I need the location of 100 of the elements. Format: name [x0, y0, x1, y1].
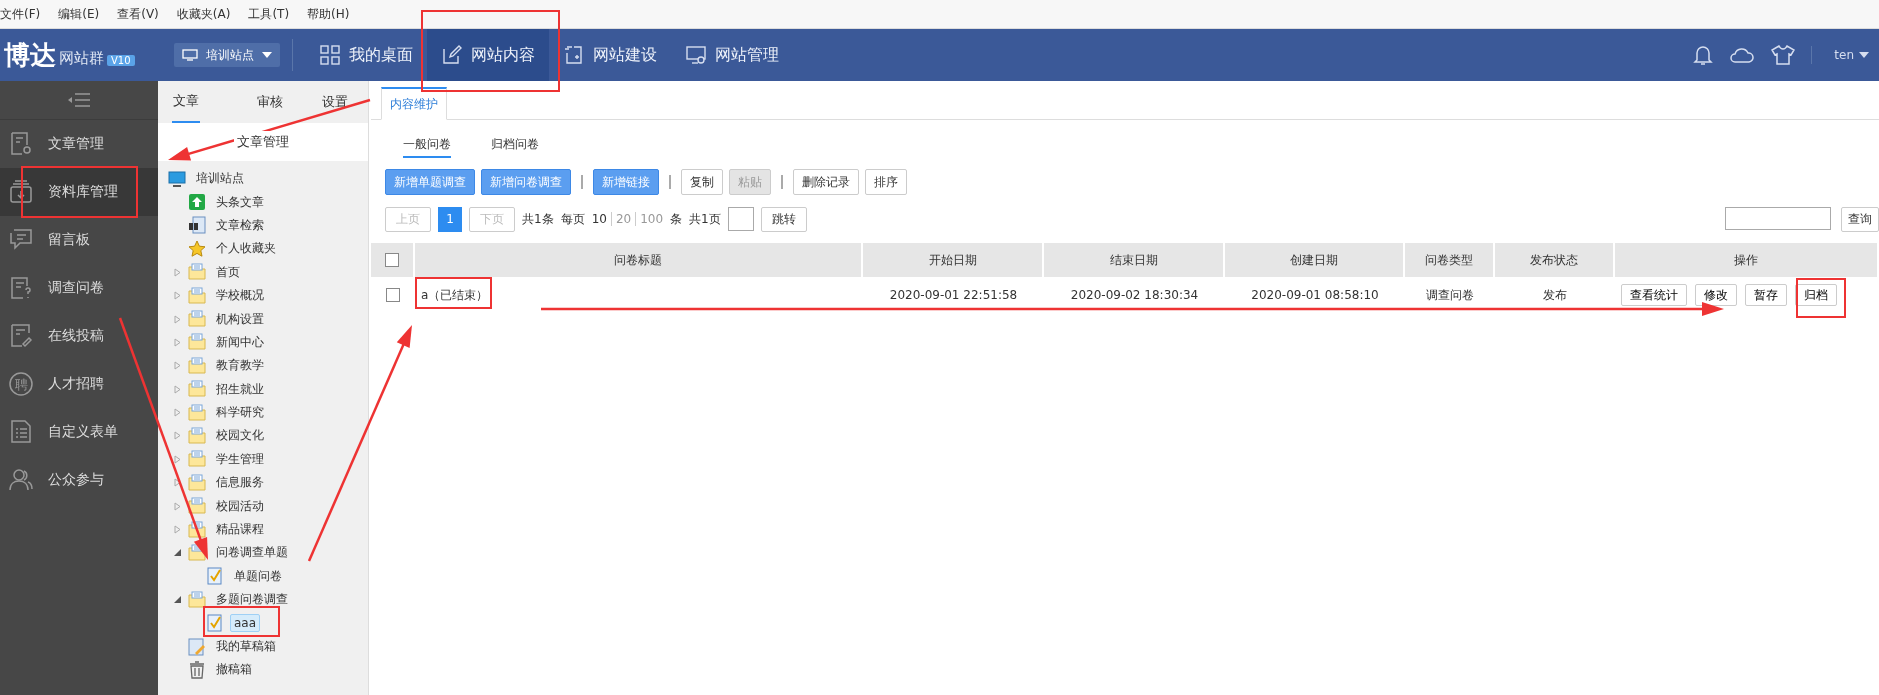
table-cell-text: 2020-09-02 18:30:34 [1069, 287, 1200, 304]
tree-item[interactable]: 个人收藏夹 [212, 238, 280, 260]
doc-edit-icon [8, 323, 34, 349]
action-button[interactable]: 查看统计 [1621, 284, 1687, 306]
expand-arrow-icon[interactable] [174, 501, 181, 511]
tree-item[interactable]: 校园活动 [212, 495, 268, 517]
expand-arrow-icon[interactable] [174, 525, 181, 535]
content-tab[interactable]: 内容维护 [381, 87, 447, 120]
sidebar-item[interactable]: 在线投稿 [0, 312, 158, 360]
search-field[interactable] [1725, 206, 1831, 230]
sub-tab[interactable]: 归档问卷 [491, 136, 539, 156]
jump-button[interactable]: 跳转 [760, 206, 807, 232]
tree-item[interactable]: 校园文化 [212, 425, 268, 447]
tree-item[interactable]: 培训站点 [192, 168, 248, 190]
toolbar-button[interactable]: 复制 [681, 169, 723, 195]
tree-item[interactable]: 科学研究 [212, 402, 268, 424]
action-button[interactable]: 修改 [1695, 284, 1737, 306]
tree-item[interactable]: 招生就业 [212, 378, 268, 400]
cloud-icon[interactable] [1729, 46, 1756, 64]
column-header: 创建日期 [1225, 243, 1405, 277]
folder-icon [188, 590, 206, 609]
expand-arrow-icon[interactable] [174, 478, 181, 488]
tree-item[interactable]: 多题问卷调查 [212, 589, 292, 611]
menu-item[interactable]: 文件(F) [0, 5, 41, 23]
tree-item[interactable]: 新闻中心 [212, 331, 268, 353]
bell-icon[interactable] [1693, 44, 1714, 66]
page-size-link[interactable]: 10 [591, 212, 607, 226]
expand-arrow-icon[interactable] [174, 314, 181, 324]
folder-icon [188, 450, 206, 469]
tree-item[interactable]: 头条文章 [212, 191, 268, 213]
sidebar-item[interactable]: 调查问卷 [0, 264, 158, 312]
collapse-icon[interactable] [68, 93, 90, 107]
version-badge: V10 [107, 55, 135, 66]
expand-arrow-icon[interactable] [174, 408, 181, 418]
expand-arrow-icon[interactable] [174, 454, 181, 464]
panel-tab[interactable]: 审核 [237, 81, 303, 123]
sidebar-item[interactable]: 留言板 [0, 216, 158, 264]
search-button[interactable]: 查询 [1841, 206, 1879, 232]
checkbox[interactable] [385, 253, 399, 267]
sidebar-item[interactable]: 资料库管理 [0, 168, 158, 216]
trash-icon [188, 660, 206, 679]
sub-tab[interactable]: 一般问卷 [403, 136, 451, 158]
tree-item[interactable]: 精品课程 [212, 519, 268, 541]
menu-item[interactable]: 收藏夹(A) [176, 5, 231, 23]
archive-icon [8, 179, 34, 205]
tree-item[interactable]: 首页 [212, 261, 244, 283]
per-page-label: 每页 [560, 210, 585, 228]
table-cell-text: 发布 [1542, 286, 1568, 304]
tree-item[interactable]: 撤稿箱 [212, 659, 256, 681]
toolbar-button[interactable]: 排序 [865, 169, 907, 195]
grid-icon [319, 44, 341, 66]
folder-icon [188, 403, 206, 422]
sidebar-item[interactable]: 公众参与 [0, 456, 158, 504]
toolbar-button[interactable]: 删除记录 [793, 169, 859, 195]
tree-item[interactable]: 文章检索 [212, 214, 268, 236]
tree-item[interactable]: 教育教学 [212, 355, 268, 377]
tree-item[interactable]: 问卷调查单题 [212, 542, 292, 564]
expand-arrow-icon[interactable] [174, 267, 181, 277]
action-button[interactable]: 暂存 [1745, 284, 1787, 306]
expand-arrow-icon[interactable] [174, 337, 181, 347]
tree-item[interactable]: 学校概况 [212, 285, 268, 307]
expand-arrow-icon[interactable] [174, 361, 181, 371]
expand-arrow-icon[interactable] [174, 431, 181, 441]
user-menu[interactable]: ten [1828, 47, 1875, 63]
tree-item[interactable]: aaa [230, 614, 261, 633]
page-input[interactable] [727, 207, 754, 231]
action-button[interactable]: 归档 [1795, 284, 1837, 306]
sidebar-item[interactable]: 文章管理 [0, 120, 158, 168]
panel-tab[interactable]: 设置 [302, 81, 368, 123]
tree-item[interactable]: 学生管理 [212, 448, 268, 470]
site-selector[interactable]: 培训站点 [174, 43, 280, 67]
menu-item[interactable]: 查看(V) [117, 5, 159, 23]
expand-arrow-icon[interactable] [174, 384, 181, 394]
total-count: 共1条 [522, 210, 554, 228]
nav-tab[interactable]: 网站管理 [671, 29, 793, 81]
collapse-arrow-icon[interactable] [174, 596, 181, 604]
menu-item[interactable]: 编辑(E) [58, 5, 100, 23]
nav-tab[interactable]: 网站建设 [549, 29, 671, 81]
add-page-icon [563, 44, 585, 66]
folder-icon [188, 497, 206, 516]
nav-tab[interactable]: 网站内容 [427, 29, 549, 81]
table-cell-text: 2020-09-01 22:51:58 [888, 287, 1019, 304]
checkbox[interactable] [386, 288, 400, 302]
pencil-doc-icon [188, 637, 206, 656]
menu-item[interactable]: 工具(T) [248, 5, 290, 23]
hire-icon: 聘 [8, 371, 34, 397]
tree-item[interactable]: 我的草稿箱 [212, 636, 280, 657]
shirt-icon[interactable] [1771, 45, 1796, 65]
tree-item[interactable]: 信息服务 [212, 472, 268, 494]
caret-icon [1859, 52, 1869, 58]
collapse-arrow-icon[interactable] [174, 549, 181, 557]
sidebar-item[interactable]: 聘 人才招聘 [0, 360, 158, 408]
sidebar-item[interactable]: 自定义表单 [0, 408, 158, 456]
nav-tab[interactable]: 我的桌面 [305, 29, 427, 81]
menu-item[interactable]: 帮助(H) [307, 5, 350, 23]
tree-item[interactable]: 机构设置 [212, 308, 268, 330]
column-header: 发布状态 [1495, 243, 1615, 277]
expand-arrow-icon[interactable] [174, 291, 181, 301]
tree-item[interactable]: 单题问卷 [230, 565, 286, 587]
doc-question-icon [8, 275, 34, 301]
